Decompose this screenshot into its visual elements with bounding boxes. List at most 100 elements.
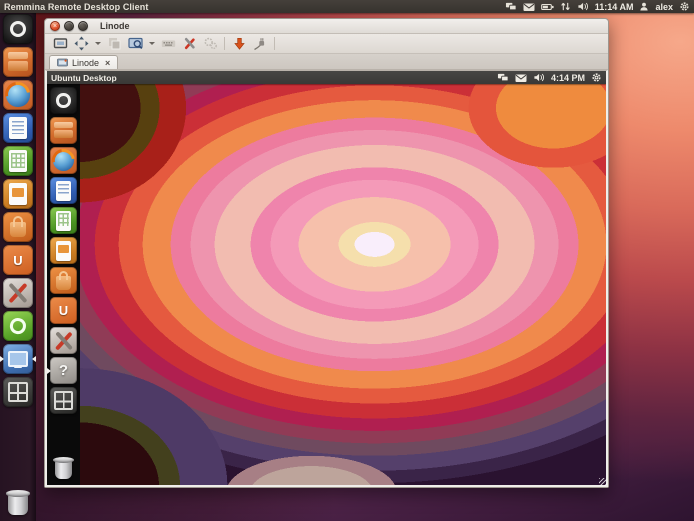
remote-launcher-item-libreoffice-writer[interactable] (47, 177, 80, 204)
host-launcher: U (0, 13, 36, 521)
chevron-down-icon (149, 42, 155, 45)
launcher-item-libreoffice-impress[interactable] (0, 179, 36, 209)
remote-launcher-item-firefox[interactable] (47, 147, 80, 174)
user-icon[interactable] (639, 1, 649, 12)
app-icon (50, 387, 77, 414)
host-indicator-area: 11:14 AM alex (505, 1, 690, 12)
bandwidth-icon[interactable] (560, 1, 571, 12)
running-indicator (47, 368, 51, 374)
launcher-item-system-settings[interactable] (0, 278, 36, 308)
battery-icon[interactable] (541, 2, 554, 12)
remote-launcher-item-ubuntu-one[interactable]: U (47, 297, 80, 324)
remote-wallpaper[interactable] (80, 84, 606, 485)
mail-icon[interactable] (515, 73, 527, 83)
toggle-fullscreen-button[interactable] (72, 35, 90, 52)
launcher-item-remmina[interactable] (0, 344, 36, 374)
remote-top-panel: Ubuntu Desktop 4:14 PM (47, 71, 606, 84)
remote-launcher-item-unknown-window[interactable]: ? (47, 357, 80, 384)
connection-tools-button[interactable] (180, 35, 198, 52)
app-icon: U (50, 297, 77, 324)
app-icon: U (3, 245, 33, 275)
fullscreen-options-dropdown[interactable] (93, 35, 102, 52)
remote-launcher-item-libreoffice-calc[interactable] (47, 207, 80, 234)
app-icon (50, 454, 77, 481)
scale-options-dropdown[interactable] (147, 35, 156, 52)
volume-icon[interactable] (533, 72, 545, 83)
app-icon (50, 147, 77, 174)
window-titlebar[interactable]: × Linode (45, 19, 608, 34)
tab-close-icon[interactable]: × (105, 58, 110, 68)
app-icon (3, 487, 33, 517)
session-gear-icon[interactable] (591, 72, 602, 83)
app-icon (3, 47, 33, 77)
remote-viewport[interactable]: Ubuntu Desktop 4:14 PM (45, 70, 608, 487)
app-icon: ? (50, 357, 77, 384)
launcher-item-software-center[interactable] (0, 212, 36, 242)
remmina-window: × Linode (44, 18, 609, 488)
app-icon (3, 80, 33, 110)
launcher-item-workspace-switcher[interactable] (0, 377, 36, 407)
remote-launcher-item-system-settings[interactable] (47, 327, 80, 354)
tab-linode[interactable]: Linode × (49, 55, 118, 69)
app-icon (3, 311, 33, 341)
app-icon (50, 177, 77, 204)
preferences-button[interactable] (201, 35, 219, 52)
app-icon (3, 278, 33, 308)
tab-bar: Linode × (45, 54, 608, 70)
active-app-title: Remmina Remote Desktop Client (4, 2, 148, 12)
toolbar-separator (224, 37, 225, 50)
app-icon (50, 237, 77, 264)
launcher-item-libreoffice-calc[interactable] (0, 146, 36, 176)
session-gear-icon[interactable] (679, 1, 690, 12)
remote-launcher-item-libreoffice-impress[interactable] (47, 237, 80, 264)
remote-launcher-item-software-center[interactable] (47, 267, 80, 294)
tab-label: Linode (72, 58, 99, 68)
app-icon-glyph: U (13, 254, 22, 267)
minimize-to-tray-button[interactable] (230, 35, 248, 52)
app-icon (50, 327, 77, 354)
launcher-item-ubuntu-one[interactable]: U (0, 245, 36, 275)
remote-indicator-area: 4:14 PM (497, 72, 602, 83)
app-icon (50, 267, 77, 294)
running-indicator (0, 356, 4, 362)
remote-launcher-item-home-folder[interactable] (47, 117, 80, 144)
grab-keyboard-button[interactable] (159, 35, 177, 52)
launcher-item-software-updater[interactable] (0, 311, 36, 341)
remote-clock[interactable]: 4:14 PM (551, 73, 585, 83)
app-icon (3, 146, 33, 176)
username-label[interactable]: alex (655, 2, 673, 12)
app-icon (3, 179, 33, 209)
network-icon[interactable] (497, 72, 509, 83)
maximize-button[interactable] (78, 21, 88, 31)
toolbar-separator (274, 37, 275, 50)
launcher-item-trash[interactable] (0, 487, 36, 517)
remote-launcher-item-trash[interactable] (47, 454, 80, 481)
network-icon[interactable] (505, 1, 517, 12)
window-resize-grip[interactable] (599, 478, 607, 486)
remote-launcher-item-workspace-switcher[interactable] (47, 387, 80, 414)
desktop-screen: Remmina Remote Desktop Client 11:14 AM a… (0, 0, 694, 521)
remote-launcher: U ? (47, 84, 80, 485)
launcher-item-home-folder[interactable] (0, 47, 36, 77)
launcher-item-libreoffice-writer[interactable] (0, 113, 36, 143)
duplicate-connection-button[interactable] (105, 35, 123, 52)
scaled-mode-button[interactable] (126, 35, 144, 52)
remote-desktop[interactable]: Ubuntu Desktop 4:14 PM (47, 71, 606, 485)
app-icon (3, 113, 33, 143)
app-icon (3, 344, 33, 374)
app-icon (50, 117, 77, 144)
app-icon-glyph: ? (59, 363, 68, 378)
launcher-item-dash-home[interactable] (0, 14, 36, 44)
remote-menu-title: Ubuntu Desktop (51, 73, 117, 83)
fit-window-button[interactable] (51, 35, 69, 52)
launcher-item-firefox[interactable] (0, 80, 36, 110)
mail-icon[interactable] (523, 2, 535, 12)
host-clock[interactable]: 11:14 AM (595, 2, 634, 12)
app-icon (3, 14, 33, 44)
disconnect-button[interactable] (251, 35, 269, 52)
minimize-button[interactable] (64, 21, 74, 31)
volume-icon[interactable] (577, 1, 589, 12)
close-button[interactable]: × (50, 21, 60, 31)
remote-launcher-item-dash-home[interactable] (47, 87, 80, 114)
app-icon (3, 377, 33, 407)
